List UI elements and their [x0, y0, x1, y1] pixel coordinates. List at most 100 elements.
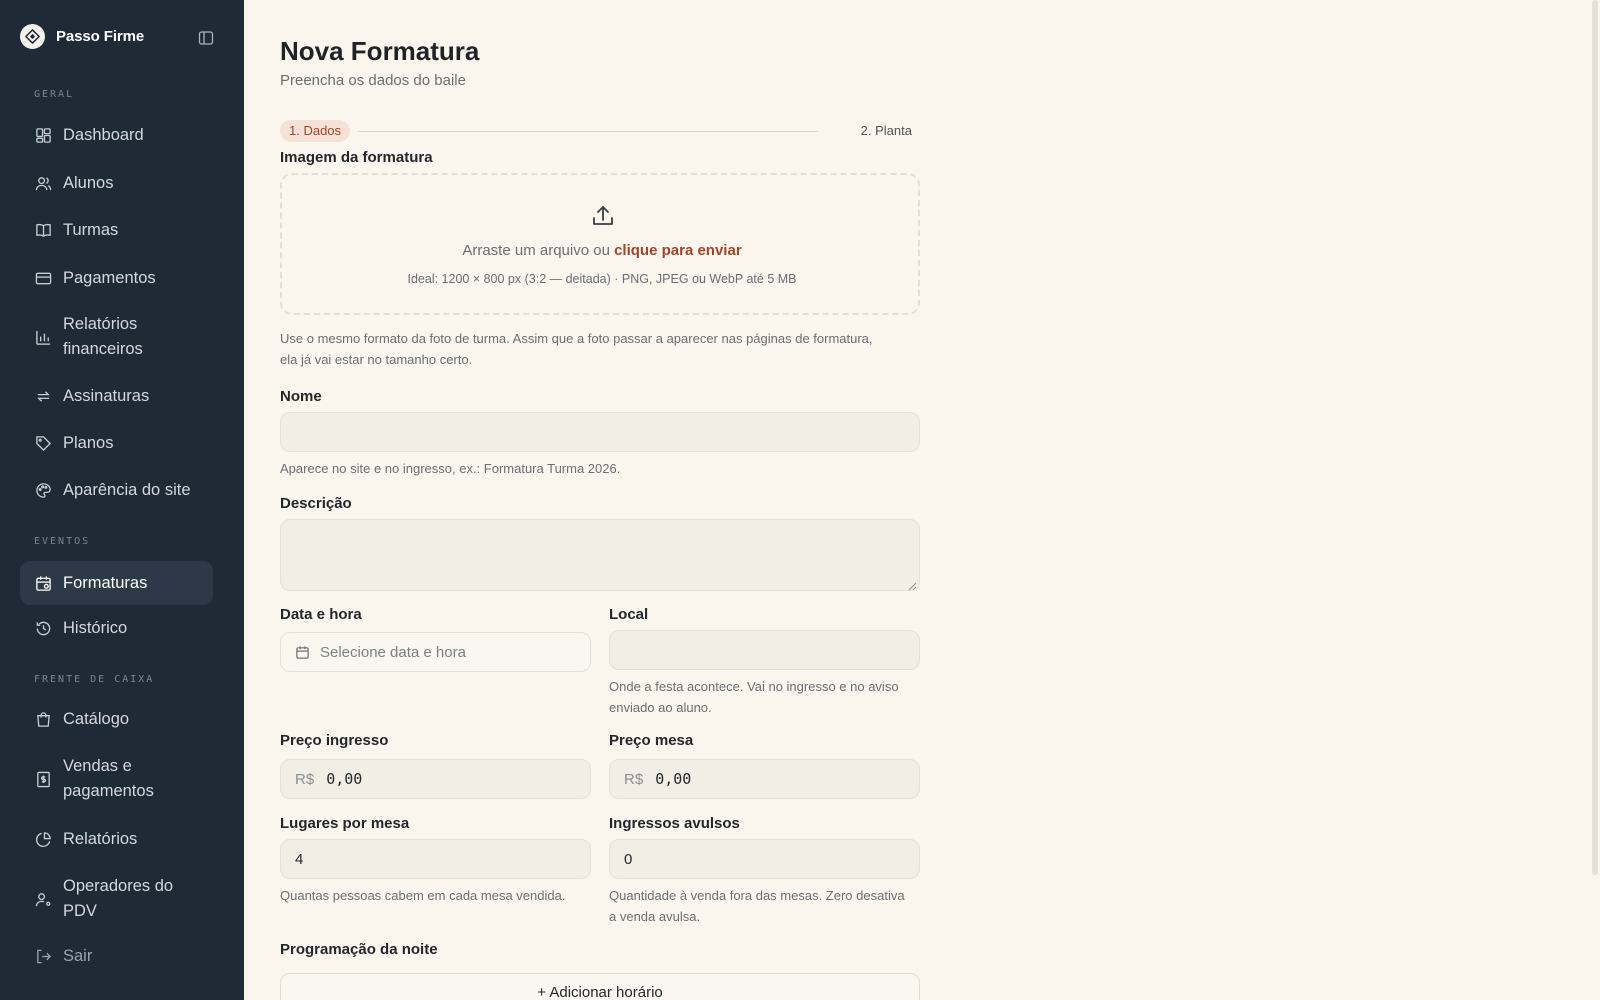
currency-prefix: R$: [624, 770, 644, 788]
sidebar-item-label: financeiros: [63, 340, 143, 358]
sidebar-item-turmas[interactable]: Turmas: [20, 218, 213, 243]
upload-icon: [590, 203, 616, 229]
sidebar-item-historico[interactable]: Histórico: [20, 616, 213, 641]
drop-text: Arraste um arquivo ou clique para enviar: [282, 242, 922, 259]
section-label-frente-de-caixa: FRENTE DE CAIXA: [34, 674, 155, 685]
sidebar-item-aparencia[interactable]: Aparência do site: [20, 478, 213, 503]
data-label: Data e hora: [280, 606, 362, 623]
currency-prefix: R$: [295, 770, 315, 788]
palette-icon: [34, 482, 52, 500]
image-help-line: ela já vai estar no tamanho certo.: [280, 352, 473, 367]
preco-mesa-input[interactable]: R$ 0,00: [609, 759, 920, 799]
descricao-textarea[interactable]: [280, 519, 920, 591]
preco-mesa-value: 0,00: [655, 770, 692, 788]
step-divider: [358, 131, 818, 132]
local-help: Onde a festa acontece. Vai no ingresso e…: [609, 676, 920, 718]
book-icon: [34, 222, 52, 240]
page-title: Nova Formatura: [280, 36, 480, 66]
sidebar-item-label: Operadores do: [63, 877, 174, 895]
section-label-eventos: EVENTOS: [34, 536, 91, 547]
lugares-label: Lugares por mesa: [280, 815, 410, 832]
sidebar-item-label: Turmas: [63, 221, 119, 239]
page-scrollbar[interactable]: [1592, 0, 1598, 875]
sidebar-item-vendas[interactable]: Vendas e pagamentos: [20, 754, 213, 804]
sidebar-item-relatorios[interactable]: Relatórios: [20, 827, 213, 852]
calendar-icon: [295, 645, 310, 660]
credit-card-icon: [34, 270, 52, 288]
step-planta[interactable]: 2. Planta: [861, 120, 912, 142]
sidebar-item-label: Planos: [63, 434, 114, 452]
nome-help: Aparece no site e no ingresso, ex.: Form…: [280, 461, 621, 476]
sidebar-item-label: Relatórios: [63, 830, 138, 848]
avulsos-help: Quantidade à venda fora das mesas. Zero …: [609, 885, 929, 927]
sidebar-item-label: Alunos: [63, 174, 114, 192]
nome-label: Nome: [280, 388, 322, 405]
upload-link[interactable]: clique para enviar: [614, 242, 742, 259]
avulsos-help-line: a venda avulsa.: [609, 909, 701, 924]
user-cog-icon: [34, 890, 52, 908]
stepper: 1. Dados 2. Planta: [280, 120, 920, 142]
sidebar-item-label: Pagamentos: [63, 269, 156, 287]
drop-text-prefix: Arraste um arquivo ou: [462, 242, 615, 259]
image-dropzone[interactable]: Arraste um arquivo ou clique para enviar…: [280, 173, 920, 315]
dashboard-icon: [34, 127, 52, 145]
preco-ingresso-label: Preço ingresso: [280, 732, 389, 749]
preco-ingresso-input[interactable]: R$ 0,00: [280, 759, 591, 799]
step-dados[interactable]: 1. Dados: [280, 120, 351, 142]
local-label: Local: [609, 606, 649, 623]
image-help: Use o mesmo formato da foto de turma. As…: [280, 328, 940, 370]
repeat-icon: [34, 388, 52, 406]
sidebar-item-pagamentos[interactable]: Pagamentos: [20, 266, 213, 291]
sidebar-item-label: Relatórios: [63, 315, 138, 333]
sidebar-item-label: PDV: [63, 902, 97, 920]
programacao-label: Programação da noite: [280, 941, 438, 958]
calendar-icon: [34, 574, 52, 592]
sidebar-item-label: Histórico: [63, 619, 128, 637]
sidebar-item-planos[interactable]: Planos: [20, 431, 213, 456]
receipt-icon: [34, 770, 52, 788]
lugares-input[interactable]: 4: [280, 839, 591, 879]
resize-grip-icon[interactable]: [907, 578, 917, 591]
users-icon: [34, 175, 52, 193]
sidebar-item-alunos[interactable]: Alunos: [20, 171, 213, 196]
brand-logo-icon: [20, 24, 45, 49]
avulsos-input[interactable]: 0: [609, 839, 920, 879]
sidebar-item-catalogo[interactable]: Catálogo: [20, 707, 213, 732]
sidebar-item-label: Aparência do site: [63, 481, 191, 499]
local-help-line: enviado ao aluno.: [609, 700, 712, 715]
image-help-line: Use o mesmo formato da foto de turma. As…: [280, 331, 873, 346]
sidebar-item-dashboard[interactable]: Dashboard: [20, 123, 213, 148]
logout-icon: [34, 948, 52, 966]
sidebar-item-label: Assinaturas: [63, 387, 150, 405]
sidebar-item-sair[interactable]: Sair: [20, 944, 213, 969]
sidebar-item-label: Vendas e: [63, 757, 132, 775]
image-label: Imagem da formatura: [280, 149, 433, 166]
page-subtitle: Preencha os dados do baile: [280, 72, 466, 89]
sidebar-item-relatorios-financeiros[interactable]: Relatórios financeiros: [20, 312, 213, 362]
tag-icon: [34, 435, 52, 453]
avulsos-help-line: Quantidade à venda fora das mesas. Zero …: [609, 888, 905, 903]
nome-input[interactable]: [280, 412, 920, 452]
sidebar-item-assinaturas[interactable]: Assinaturas: [20, 384, 213, 409]
history-icon: [34, 620, 52, 638]
preco-ingresso-value: 0,00: [326, 770, 363, 788]
sidebar-item-label: Catálogo: [63, 710, 130, 728]
add-horario-button[interactable]: + Adicionar horário: [280, 973, 920, 1000]
descricao-label: Descrição: [280, 495, 352, 512]
sidebar-item-label: pagamentos: [63, 782, 154, 800]
brand-name: Passo Firme: [56, 28, 145, 45]
pie-chart-icon: [34, 831, 52, 849]
data-placeholder: Selecione data e hora: [320, 643, 466, 661]
local-input[interactable]: [609, 630, 920, 670]
avulsos-label: Ingressos avulsos: [609, 815, 740, 832]
shopping-bag-icon: [34, 711, 52, 729]
brand[interactable]: Passo Firme: [20, 24, 144, 49]
drop-hint: Ideal: 1200 × 800 px (3:2 — deitada) · P…: [407, 272, 797, 286]
data-hora-picker[interactable]: Selecione data e hora: [280, 632, 591, 672]
bar-chart-icon: [34, 328, 52, 346]
sidebar-item-operadores[interactable]: Operadores do PDV: [20, 874, 213, 924]
preco-mesa-label: Preço mesa: [609, 732, 694, 749]
sidebar-toggle-icon[interactable]: [196, 28, 216, 48]
local-help-line: Onde a festa acontece. Vai no ingresso e…: [609, 679, 899, 694]
sidebar-item-formaturas[interactable]: Formaturas: [20, 561, 213, 605]
